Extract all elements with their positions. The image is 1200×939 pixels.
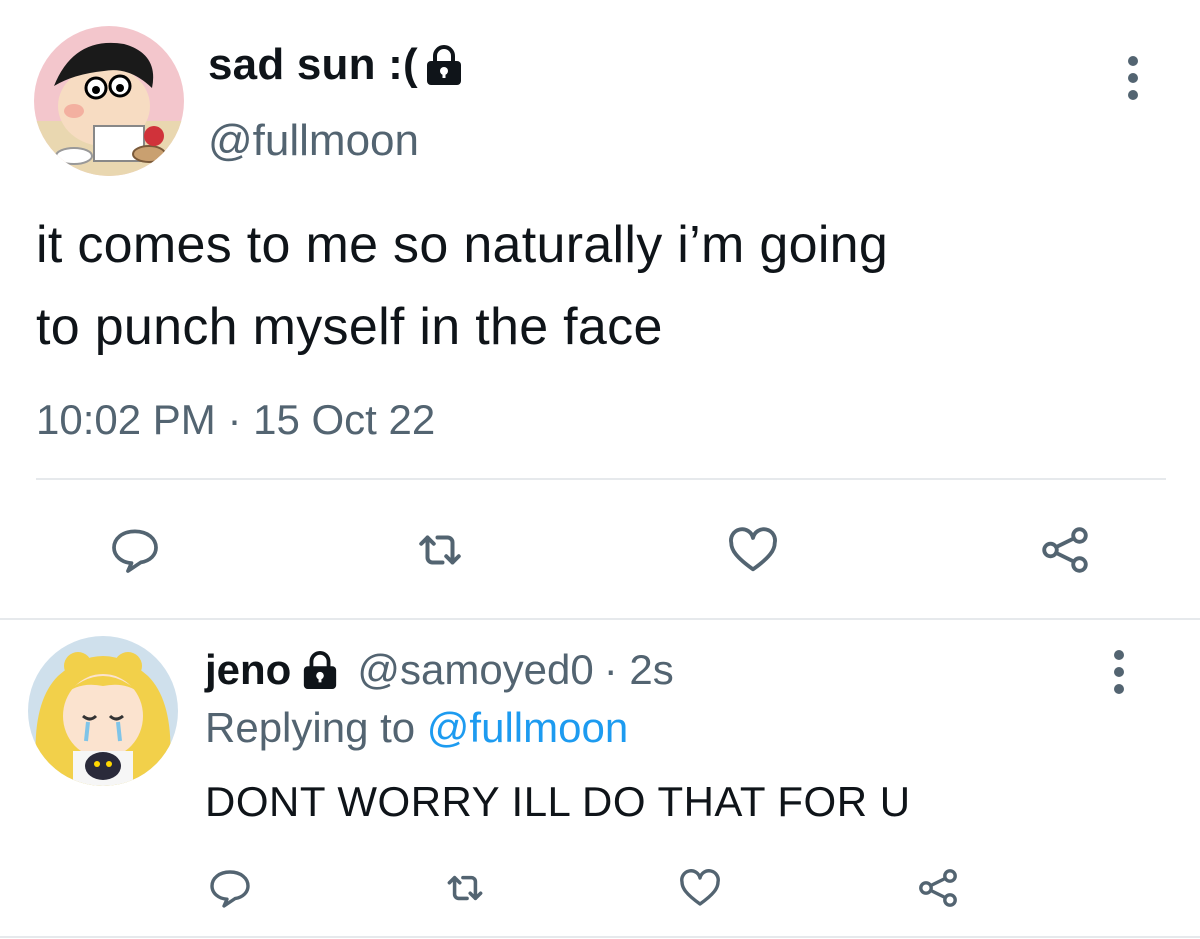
more-options-button[interactable] [1128,56,1138,100]
reply-text: DONT WORRY ILL DO THAT FOR U [205,778,911,825]
like-icon [729,527,777,572]
divider [36,478,1166,480]
tweet-text-line: it comes to me so naturally i’m going [36,216,889,274]
like-icon [680,869,720,906]
more-dot [1114,667,1124,677]
share-icon [1042,527,1088,573]
tweet-text-line: to punch myself in the face [36,298,663,356]
like-button[interactable] [718,515,788,585]
replying-to: Replying to @fullmoon [205,704,628,752]
author-name-text: sad sun :( [208,40,418,89]
author-avatar[interactable] [34,26,184,176]
reply-header: jeno @samoyed0 · 2s [205,646,674,694]
tweet-timestamp[interactable]: 10:02 PM · 15 Oct 22 [36,396,435,444]
author-name[interactable]: sad sun :( [208,40,464,90]
share-button[interactable] [1030,515,1100,585]
reply-time[interactable]: · 2s [604,646,674,694]
lock-icon [301,650,339,690]
divider [0,618,1200,620]
author-handle[interactable]: @fullmoon [208,116,419,166]
more-dot [1128,56,1138,66]
reply-retweet-button[interactable] [435,858,495,918]
cartoon-boy-avatar [34,26,184,176]
share-icon [919,869,957,907]
retweet-icon [419,535,461,565]
reply-avatar[interactable] [28,636,178,786]
more-dot [1114,684,1124,694]
reply-share-button[interactable] [908,858,968,918]
more-dot [1128,90,1138,100]
reply-reply-button[interactable] [200,858,260,918]
anime-girl-avatar [28,636,178,786]
divider [0,936,1200,938]
reply-like-button[interactable] [670,858,730,918]
reply-author-name[interactable]: jeno [205,646,291,694]
more-dot [1114,650,1124,660]
reply-button[interactable] [100,515,170,585]
retweet-icon [447,875,483,901]
reply-author-handle[interactable]: @samoyed0 [357,646,593,694]
lock-icon [424,44,464,86]
replying-prefix: Replying to [205,704,416,751]
retweet-button[interactable] [405,515,475,585]
tweet-text: it comes to me so naturally i’m going to… [36,204,888,368]
reply-icon [210,870,250,908]
reply-more-options-button[interactable] [1114,650,1124,694]
reply-icon [112,529,158,573]
more-dot [1128,73,1138,83]
replying-handle-link[interactable]: @fullmoon [427,704,628,751]
